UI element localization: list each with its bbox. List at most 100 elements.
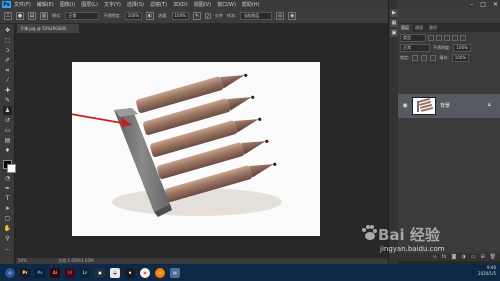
flow-input[interactable]: 100% (171, 12, 189, 20)
pressure-size-icon[interactable]: ◉ (288, 12, 297, 20)
hand-tool-icon[interactable]: ✋ (3, 224, 12, 233)
tab-layers[interactable]: 图层 (398, 24, 412, 32)
airbrush-icon[interactable]: ✎ (192, 12, 201, 20)
firefox-icon[interactable]: ◍ (155, 267, 165, 278)
layer-name[interactable]: 背景 (440, 102, 450, 109)
properties-panel-icon[interactable]: ▣ (390, 29, 398, 37)
chrome-icon[interactable]: ◉ (140, 267, 150, 278)
tab-paths[interactable]: 路径 (426, 24, 440, 32)
smart-object-filter-icon[interactable] (460, 35, 466, 41)
brush-tool-icon[interactable]: ✎ (3, 96, 12, 105)
blend-mode-select[interactable]: 正常 (400, 44, 430, 52)
options-bar: ⎍ ● ▤ ▥ 模式: 正常 不透明度: 100% ◐ 流量: 100% ✎ ✓… (0, 9, 500, 24)
menu-select[interactable]: 选择(S) (127, 1, 144, 8)
type-filter-icon[interactable] (444, 35, 450, 41)
layer-opacity-label: 不透明度: (433, 45, 451, 50)
brush-size-icon[interactable]: ● (16, 12, 24, 20)
maximize-button[interactable]: □ (480, 1, 486, 8)
fill-input[interactable]: 100% (451, 54, 470, 62)
photoshop-taskbar-icon[interactable]: Ps (35, 267, 45, 278)
lock-all-icon[interactable] (430, 55, 437, 61)
close-button[interactable]: ✕ (493, 1, 498, 8)
menu-type[interactable]: 文字(Y) (104, 1, 121, 8)
delete-layer-icon[interactable]: 🗑︎ (490, 254, 496, 260)
layer-filter-row: 类型 (400, 34, 498, 42)
layer-row-background[interactable]: ◉ 背景 🔒︎ (398, 94, 500, 118)
menu-edit[interactable]: 编辑(E) (37, 1, 54, 8)
play-action-icon[interactable]: ▶ (390, 9, 398, 17)
zoom-level[interactable]: 50% (18, 258, 27, 263)
clone-stamp-preset-icon[interactable]: ⎍ (4, 12, 12, 20)
minimize-button[interactable]: – (470, 1, 473, 8)
document-tab[interactable]: 子弹.jpg @ 50%(RGB/8) (17, 24, 79, 33)
adjustment-filter-icon[interactable] (436, 35, 442, 41)
folder-icon[interactable]: ▤ (170, 267, 180, 278)
menu-window[interactable]: 窗口(W) (217, 1, 236, 8)
lightroom-icon[interactable]: Lr (80, 267, 90, 278)
flow-label: 流量: (158, 13, 168, 18)
eraser-tool-icon[interactable]: ▭ (3, 126, 12, 135)
history-panel-icon[interactable]: ▦ (390, 19, 398, 27)
layer-style-icon[interactable]: fx (442, 254, 447, 260)
ignore-adjustment-icon[interactable]: ◎ (276, 12, 285, 20)
menu-file[interactable]: 文件(F) (14, 1, 31, 8)
history-brush-tool-icon[interactable]: ↺ (3, 116, 12, 125)
sample-select[interactable]: 当前图层 (240, 12, 273, 20)
layer-mask-icon[interactable]: ◙ (451, 254, 456, 260)
lock-row: 锁定: 填充: 100% (400, 54, 498, 62)
menu-filter[interactable]: 滤镜(T) (150, 1, 167, 8)
premiere-icon[interactable]: Pr (20, 267, 30, 278)
pixel-filter-icon[interactable] (428, 35, 434, 41)
brush-panel-icon[interactable]: ▤ (28, 12, 36, 20)
shape-filter-icon[interactable] (452, 35, 458, 41)
layers-panel-footer: ∞ fx ◙ ◑ ▭ ⊞ 🗑︎ (398, 253, 500, 261)
opacity-input[interactable]: 100% (124, 12, 143, 20)
indesign-icon[interactable]: Id (65, 267, 75, 278)
menu-help[interactable]: 帮助(H) (242, 1, 260, 8)
shape-tool-icon[interactable]: ▢ (3, 214, 12, 223)
background-color-swatch[interactable] (7, 164, 16, 173)
new-layer-icon[interactable]: ⊞ (480, 254, 484, 260)
path-select-tool-icon[interactable]: ➤ (3, 204, 12, 213)
system-tray[interactable]: 9:46 2020/1/5 (478, 265, 496, 277)
type-tool-icon[interactable]: T (3, 194, 12, 203)
bullets-photo (72, 73, 282, 217)
lasso-tool-icon[interactable]: ↄ (3, 46, 12, 55)
qq-icon[interactable]: ♠ (125, 267, 135, 278)
tab-channels[interactable]: 通道 (412, 24, 426, 32)
menu-image[interactable]: 图像(I) (60, 1, 75, 8)
more-tools-icon[interactable]: … (3, 244, 12, 253)
menu-3d[interactable]: 3D(D) (173, 2, 188, 8)
lock-position-icon[interactable] (421, 55, 428, 61)
layer-opacity-input[interactable]: 100% (453, 44, 471, 52)
adjustment-layer-icon[interactable]: ◑ (461, 254, 465, 260)
zoom-tool-icon[interactable]: ⚲ (3, 234, 12, 243)
pen-tool-icon[interactable]: ✒ (3, 184, 12, 193)
healing-brush-tool-icon[interactable]: ✚ (3, 86, 12, 95)
link-layers-icon[interactable]: ∞ (433, 254, 437, 260)
blur-tool-icon[interactable]: ♦ (3, 146, 12, 155)
new-group-icon[interactable]: ▭ (471, 254, 476, 260)
menu-view[interactable]: 视图(V) (194, 1, 211, 8)
move-tool-icon[interactable]: ✥ (3, 26, 12, 35)
lock-pixels-icon[interactable] (412, 55, 419, 61)
media-player-icon[interactable]: ▣ (95, 267, 105, 278)
aligned-checkbox[interactable]: ✓ (204, 13, 211, 20)
gradient-tool-icon[interactable]: ▤ (3, 136, 12, 145)
quick-select-tool-icon[interactable]: ✐ (3, 56, 12, 65)
illustrator-icon[interactable]: Ai (50, 267, 60, 278)
image-canvas[interactable] (72, 62, 320, 236)
crop-tool-icon[interactable]: ⌗ (3, 66, 12, 75)
start-button-icon[interactable]: ◎ (5, 267, 15, 278)
layer-filter-select[interactable]: 类型 (400, 34, 426, 42)
menu-layer[interactable]: 图层(L) (81, 1, 98, 8)
green-browser-icon[interactable]: ◒ (110, 267, 120, 278)
marquee-tool-icon[interactable]: ⬚ (3, 36, 12, 45)
mode-select[interactable]: 正常 (65, 12, 100, 20)
visibility-eye-icon[interactable]: ◉ (401, 102, 409, 109)
clone-source-icon[interactable]: ▥ (40, 12, 48, 20)
dodge-tool-icon[interactable]: ◔ (3, 174, 12, 183)
eyedropper-tool-icon[interactable]: ⁄ (3, 76, 12, 85)
clone-stamp-tool-icon[interactable]: ♟ (3, 106, 12, 115)
pressure-opacity-icon[interactable]: ◐ (146, 12, 155, 20)
